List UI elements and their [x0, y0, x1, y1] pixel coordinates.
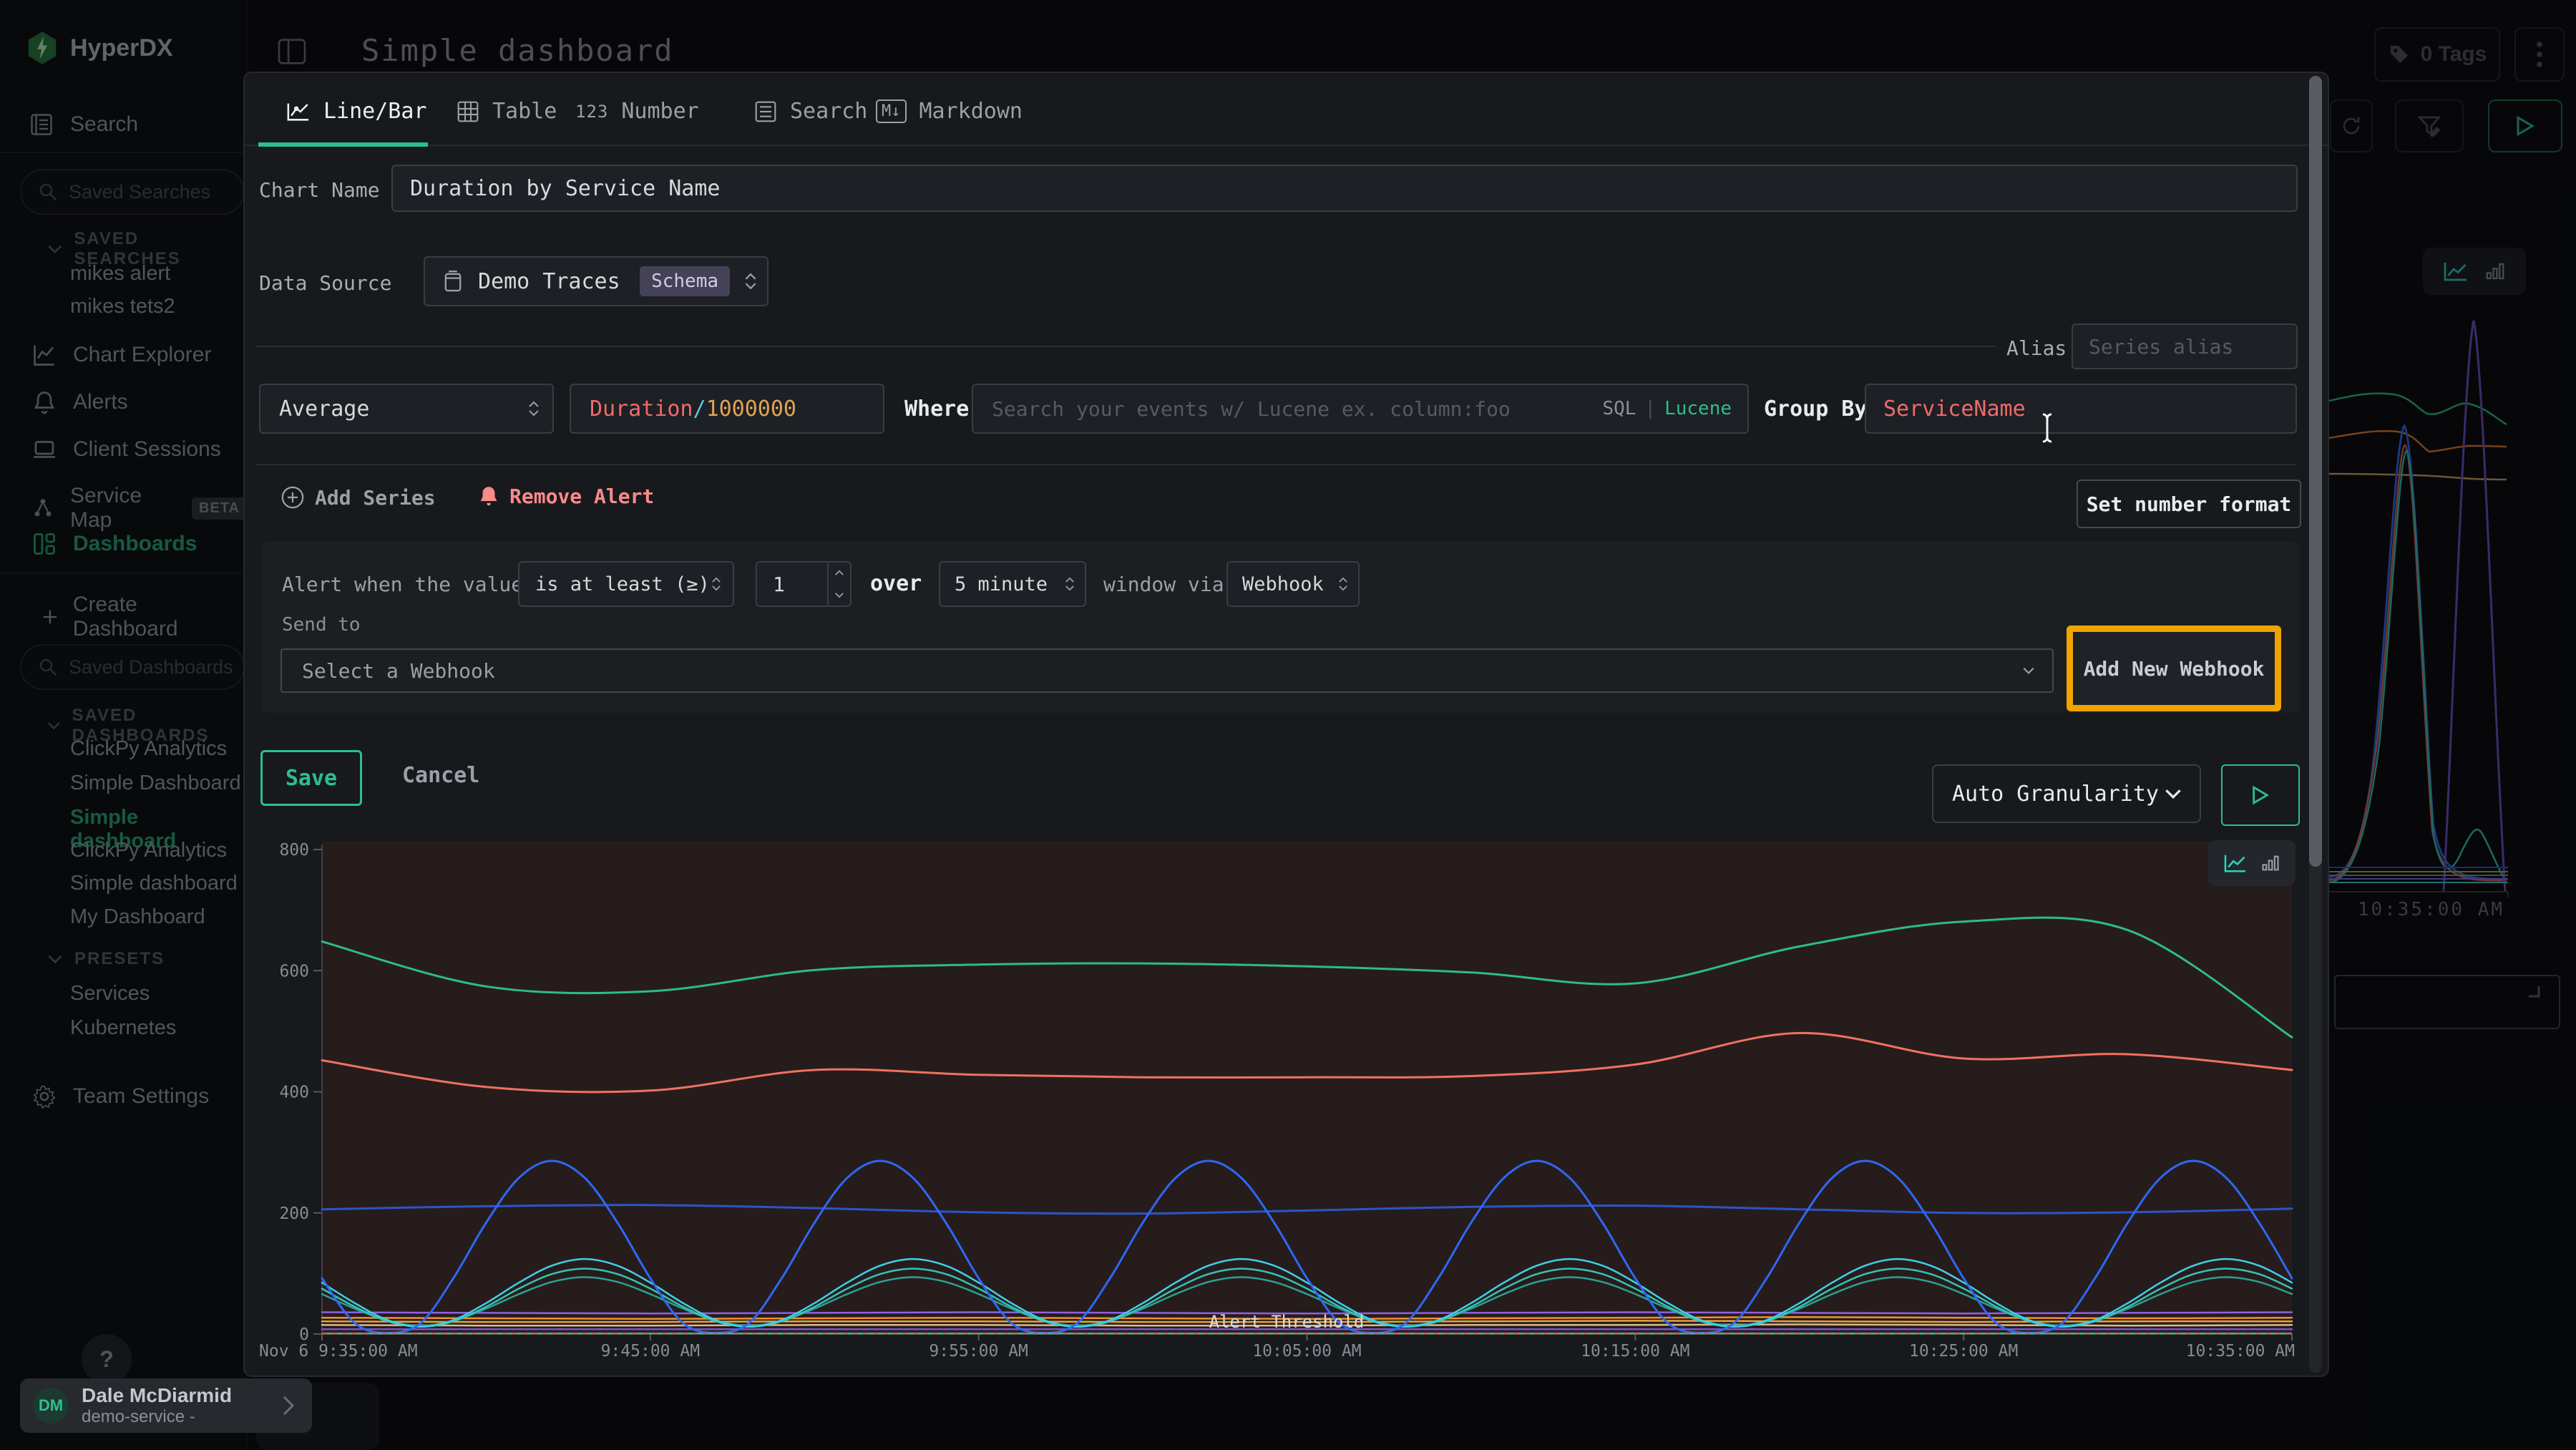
- number-icon: 123: [575, 102, 608, 122]
- line-chart-icon: [286, 101, 311, 122]
- data-source-label: Data Source: [259, 271, 391, 295]
- alert-condition-select[interactable]: is at least (≥): [518, 561, 734, 607]
- chart-type-toggle[interactable]: [2208, 840, 2296, 886]
- set-number-format-button[interactable]: Set number format: [2077, 480, 2301, 528]
- active-tab-indicator: [258, 142, 428, 147]
- lucene-toggle[interactable]: Lucene: [1664, 398, 1732, 419]
- remove-alert-button[interactable]: Remove Alert: [478, 484, 654, 508]
- save-button[interactable]: Save: [260, 750, 362, 806]
- bell-icon: [478, 484, 499, 508]
- where-label: Where: [904, 396, 969, 422]
- modal-scrollbar-track[interactable]: [2309, 76, 2322, 1373]
- markdown-icon: M↓: [876, 99, 907, 123]
- line-chart-icon: [2223, 853, 2248, 873]
- bar-chart-icon: [2260, 853, 2280, 873]
- cancel-button[interactable]: Cancel: [402, 763, 479, 788]
- svg-text:600: 600: [279, 962, 309, 981]
- select-chevrons-icon: [528, 401, 540, 417]
- avatar: DM: [33, 1388, 69, 1424]
- granularity-select[interactable]: Auto Granularity: [1932, 764, 2201, 823]
- tab-table[interactable]: Table: [457, 99, 557, 124]
- series-divider: [256, 346, 1996, 347]
- group-by-input[interactable]: ServiceName: [1865, 384, 2297, 434]
- schema-badge: Schema: [640, 266, 730, 296]
- chart-edit-modal: Line/Bar Table 123 Number Search M↓ Mark…: [243, 72, 2329, 1377]
- chevron-right-icon: [280, 1395, 296, 1416]
- tabs-underline: [245, 145, 2328, 146]
- svg-text:9:55:00 AM: 9:55:00 AM: [929, 1342, 1028, 1361]
- preview-run-button[interactable]: [2221, 764, 2300, 826]
- avatar-initials: DM: [39, 1396, 63, 1415]
- user-card[interactable]: DM Dale McDiarmid demo-service -: [20, 1378, 312, 1433]
- add-series-button[interactable]: Add Series: [280, 485, 436, 510]
- alert-value-input[interactable]: 1: [756, 561, 852, 607]
- tab-search[interactable]: Search: [754, 99, 867, 124]
- field-input[interactable]: Duration/1000000: [570, 384, 884, 434]
- play-icon: [2251, 785, 2270, 805]
- svg-text:Nov 6 9:35:00 AM: Nov 6 9:35:00 AM: [259, 1342, 418, 1361]
- table-icon: [457, 100, 479, 123]
- alert-window-select[interactable]: 5 minute: [939, 561, 1086, 607]
- svg-text:9:45:00 AM: 9:45:00 AM: [601, 1342, 700, 1361]
- svg-text:10:25:00 AM: 10:25:00 AM: [1909, 1342, 2018, 1361]
- alert-over-label: over: [870, 571, 922, 596]
- tab-number[interactable]: 123 Number: [575, 99, 699, 124]
- number-stepper[interactable]: [827, 563, 850, 605]
- alert-prefix-label: Alert when the value: [282, 573, 523, 596]
- svg-text:400: 400: [279, 1084, 309, 1102]
- chevron-down-icon: [2164, 788, 2182, 799]
- svg-text:200: 200: [279, 1205, 309, 1223]
- select-chevrons-icon: [1338, 577, 1348, 591]
- chart-name-label: Chart Name: [259, 178, 380, 202]
- svg-text:800: 800: [279, 841, 309, 860]
- svg-text:10:35:00 AM: 10:35:00 AM: [2186, 1342, 2295, 1361]
- preview-chart[interactable]: 0200400600800Nov 6 9:35:00 AM9:45:00 AM9…: [256, 837, 2297, 1365]
- svg-text:Alert Threshold: Alert Threshold: [1209, 1312, 1365, 1332]
- webhook-select[interactable]: Select a Webhook: [280, 648, 2054, 693]
- tab-line-bar[interactable]: Line/Bar: [286, 99, 427, 124]
- data-source-select[interactable]: Demo Traces Schema: [424, 256, 769, 306]
- alias-label: Alias: [2006, 336, 2067, 360]
- add-new-webhook-button[interactable]: Add New Webhook: [2067, 626, 2281, 711]
- select-chevrons-icon: [711, 577, 721, 591]
- alias-input[interactable]: Series alias: [2072, 323, 2298, 369]
- send-to-label: Send to: [282, 614, 361, 636]
- alert-via-label: window via: [1103, 573, 1224, 596]
- where-input[interactable]: Search your events w/ Lucene ex. column:…: [972, 384, 1749, 434]
- svg-text:10:05:00 AM: 10:05:00 AM: [1252, 1342, 1361, 1361]
- svg-text:10:15:00 AM: 10:15:00 AM: [1581, 1342, 1689, 1361]
- text-cursor-icon: [2039, 412, 2055, 444]
- section-divider: [256, 464, 2297, 465]
- aggregation-select[interactable]: Average: [259, 384, 554, 434]
- chevron-down-icon: [2022, 666, 2035, 675]
- circle-plus-icon: [280, 485, 305, 510]
- chart-name-input[interactable]: Duration by Service Name: [391, 165, 2298, 212]
- user-subtitle: demo-service -: [82, 1407, 232, 1427]
- alert-channel-select[interactable]: Webhook: [1226, 561, 1360, 607]
- user-name: Dale McDiarmid: [82, 1384, 232, 1407]
- sql-toggle[interactable]: SQL: [1602, 398, 1636, 419]
- database-icon: [442, 270, 464, 293]
- list-icon: [754, 100, 777, 123]
- select-chevrons-icon: [744, 273, 757, 290]
- tab-markdown[interactable]: M↓ Markdown: [876, 99, 1023, 124]
- select-chevrons-icon: [1065, 577, 1075, 591]
- modal-scrollbar-thumb[interactable]: [2309, 76, 2322, 867]
- group-by-label: Group By: [1764, 396, 1868, 422]
